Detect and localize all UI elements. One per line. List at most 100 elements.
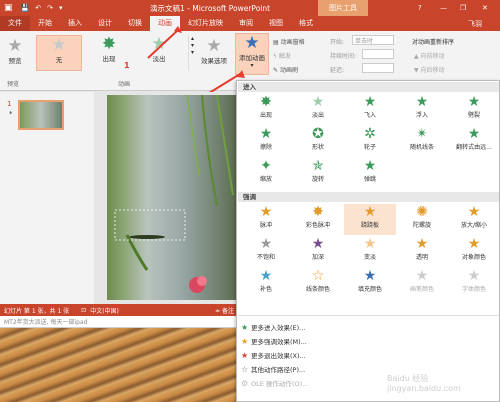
entrance-section-header: 进入 bbox=[238, 82, 499, 92]
effect-label: 随机线条 bbox=[409, 144, 434, 151]
effect-label: 变淡 bbox=[363, 254, 376, 261]
effect-label: 补色 bbox=[259, 286, 272, 293]
menu-label: 其他动作路径(P)... bbox=[251, 366, 306, 374]
emphasis-darken[interactable]: ★ 加深 bbox=[292, 236, 344, 267]
entrance-wipe[interactable]: ★ 擦除 bbox=[240, 126, 292, 157]
star-icon: ★ bbox=[467, 204, 481, 220]
slide-count: 幻灯片 第 1 张，共 1 张 bbox=[4, 307, 70, 315]
status-bar: 幻灯片 第 1 张，共 1 张 ⊡ 中文(中国) ≐ 备注 bbox=[0, 304, 240, 316]
divider bbox=[238, 315, 499, 316]
star-icon: ✯ bbox=[312, 158, 324, 174]
effect-label: 字体颜色 bbox=[461, 286, 486, 293]
emphasis-complementary-color[interactable]: ★ 补色 bbox=[240, 268, 292, 299]
entrance-grow-turn[interactable]: ★ 翻转式由远... bbox=[448, 126, 500, 157]
baidu-watermark: Baidu 经验 jingyan.baidu.com bbox=[387, 374, 461, 393]
menu-label: 更多进入效果(E)... bbox=[251, 324, 306, 332]
effect-label: 填充颜色 bbox=[357, 286, 382, 293]
menu-label: 更多退出效果(X)... bbox=[251, 352, 306, 360]
star-icon: ★ bbox=[415, 94, 429, 110]
star-icon: ✸ bbox=[260, 94, 272, 110]
effect-label: 陀螺旋 bbox=[412, 222, 431, 229]
emphasis-grow-shrink[interactable]: ★ 放大/缩小 bbox=[448, 204, 500, 235]
entrance-swivel[interactable]: ✯ 旋转 bbox=[292, 158, 344, 189]
slide-image[interactable] bbox=[107, 95, 240, 300]
emphasis-font-color[interactable]: ★ 字体颜色 bbox=[448, 268, 500, 299]
effect-label: 旋转 bbox=[311, 176, 324, 183]
emphasis-fill-color[interactable]: ★ 填充颜色 bbox=[344, 268, 396, 299]
entrance-split[interactable]: ★ 劈裂 bbox=[448, 94, 500, 125]
emphasis-transparency[interactable]: ★ 透明 bbox=[396, 236, 448, 267]
notes-pane[interactable]: MT2年货大派送, 每天一部ipad bbox=[0, 316, 240, 328]
star-icon: ★ bbox=[259, 126, 273, 142]
effect-label: 脉冲 bbox=[259, 222, 272, 229]
animation-marker-icon: * bbox=[9, 110, 13, 118]
emphasis-desaturate[interactable]: ★ 不饱和 bbox=[240, 236, 292, 267]
more-emphasis-effects[interactable]: ★ 更多强调效果(M)... bbox=[241, 335, 307, 348]
entrance-fade[interactable]: ★ 淡出 bbox=[292, 94, 344, 125]
effect-label: 线条颜色 bbox=[305, 286, 330, 293]
effect-label: 画笔颜色 bbox=[409, 286, 434, 293]
emphasis-lighten[interactable]: ★ 变淡 bbox=[344, 236, 396, 267]
entrance-appear[interactable]: ✸ 出现 bbox=[240, 94, 292, 125]
effect-label: 放大/缩小 bbox=[460, 222, 488, 229]
entrance-bounce[interactable]: ★ 弹跳 bbox=[344, 158, 396, 189]
emphasis-section-header: 强调 bbox=[238, 192, 499, 202]
more-motion-paths[interactable]: ☆ 其他动作路径(P)... bbox=[241, 363, 305, 376]
effect-label: 劈裂 bbox=[467, 112, 480, 119]
entrance-random-bars[interactable]: ✴ 随机线条 bbox=[396, 126, 448, 157]
effect-label: 飞入 bbox=[363, 112, 376, 119]
effect-label: 彩色脉冲 bbox=[305, 222, 330, 229]
more-exit-effects[interactable]: ★ 更多退出效果(X)... bbox=[241, 349, 306, 362]
star-icon: ✴ bbox=[416, 126, 428, 142]
notes-icon: ≐ bbox=[215, 307, 222, 315]
ole-action-verbs[interactable]: ⚙ OLE 操作动作(O)... bbox=[241, 377, 308, 390]
star-icon: ★ bbox=[415, 268, 429, 284]
motion-path-star-icon: ☆ bbox=[241, 365, 249, 374]
emphasis-object-color[interactable]: ★ 对象颜色 bbox=[448, 236, 500, 267]
star-icon: ★ bbox=[259, 236, 273, 252]
entrance-float-in[interactable]: ★ 浮入 bbox=[396, 94, 448, 125]
star-icon: ★ bbox=[259, 204, 273, 220]
effect-label: 形状 bbox=[311, 144, 324, 151]
slide-number: 1 bbox=[7, 100, 12, 108]
effect-label: 透明 bbox=[415, 254, 428, 261]
menu-label: OLE 操作动作(O)... bbox=[251, 380, 309, 388]
emphasis-brush-color[interactable]: ★ 画笔颜色 bbox=[396, 268, 448, 299]
star-icon: ✸ bbox=[312, 204, 324, 220]
emphasis-spin[interactable]: ✺ 陀螺旋 bbox=[396, 204, 448, 235]
slide-thumbnail-pane: 1 * bbox=[0, 92, 94, 304]
desktop-background bbox=[0, 328, 240, 402]
more-entrance-effects[interactable]: ★ 更多进入效果(E)... bbox=[241, 321, 305, 334]
language-icon: ⊡ bbox=[81, 306, 87, 314]
arrow-to-animations-tab bbox=[147, 29, 179, 59]
effect-label: 缩放 bbox=[259, 176, 272, 183]
emphasis-line-color[interactable]: ☆ 线条颜色 bbox=[292, 268, 344, 299]
star-icon: ✦ bbox=[260, 158, 272, 174]
star-icon: ★ bbox=[467, 94, 481, 110]
star-icon: ★ bbox=[467, 126, 481, 142]
entrance-zoom[interactable]: ✦ 缩放 bbox=[240, 158, 292, 189]
entrance-wheel[interactable]: ✲ 轮子 bbox=[344, 126, 396, 157]
entrance-shape[interactable]: ✪ 形状 bbox=[292, 126, 344, 157]
star-icon: ★ bbox=[311, 94, 325, 110]
emphasis-star-icon: ★ bbox=[241, 337, 249, 346]
effect-label: 跷跷板 bbox=[360, 222, 379, 229]
entrance-fly-in[interactable]: ★ 飞入 bbox=[344, 94, 396, 125]
slide-thumbnail[interactable] bbox=[18, 100, 64, 130]
notes-label: 备注 bbox=[221, 307, 234, 315]
star-icon: ★ bbox=[363, 236, 377, 252]
notes-button[interactable]: ≐ 备注 bbox=[215, 306, 234, 315]
effect-label: 翻转式由远... bbox=[456, 144, 492, 151]
effect-label: 擦除 bbox=[259, 144, 272, 151]
star-icon: ★ bbox=[467, 236, 481, 252]
add-animation-dropdown: 进入 ✸ 出现 ★ 淡出 ★ 飞入 ★ 浮入 ★ 劈裂 ★ 擦除 ✪ 形状 ✲ 轮子 ✴ 随机线条… bbox=[236, 80, 500, 402]
star-icon: ★ bbox=[415, 236, 429, 252]
language[interactable]: 中文(中国) bbox=[90, 306, 119, 315]
effect-label: 对象颜色 bbox=[461, 254, 486, 261]
effect-label: 不饱和 bbox=[256, 254, 275, 261]
star-icon: ✲ bbox=[364, 126, 376, 142]
emphasis-pulse[interactable]: ★ 脉冲 bbox=[240, 204, 292, 235]
emphasis-color-pulse[interactable]: ✸ 彩色脉冲 bbox=[292, 204, 344, 235]
effect-label: 浮入 bbox=[415, 112, 428, 119]
emphasis-teeter[interactable]: ★ 跷跷板 bbox=[344, 204, 396, 235]
